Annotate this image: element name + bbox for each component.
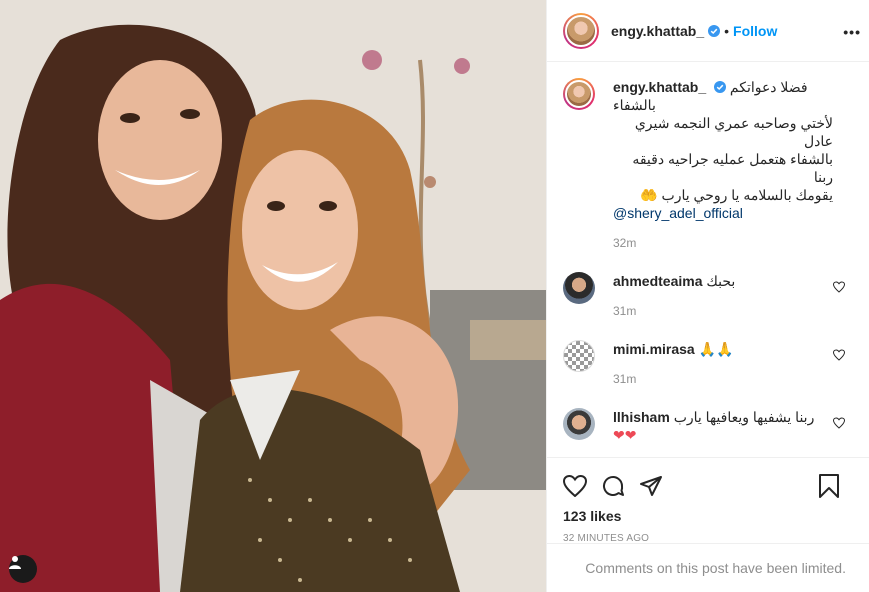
comment-text: ربنا يشفيها ويعافيها يارب [673, 409, 815, 425]
caption-text-line-2: لأختي وصاحبه عمري النجمه شيري عادل [634, 115, 833, 149]
heart-icon[interactable] [563, 475, 587, 497]
verified-badge-icon [714, 81, 726, 93]
bookmark-icon[interactable] [818, 474, 840, 498]
more-options-icon[interactable]: ••• [843, 24, 861, 40]
like-comment-heart-icon[interactable] [833, 349, 845, 361]
comment-time[interactable]: 31m [613, 372, 833, 386]
caption-username[interactable]: engy.khattab_ [613, 79, 706, 95]
verified-badge-icon [708, 24, 721, 37]
post-photo[interactable] [0, 0, 546, 592]
comments-limited-notice: Comments on this post have been limited. [547, 543, 869, 592]
comment-item: mimi.mirasa 🙏🙏 31m [563, 340, 853, 386]
likes-count[interactable]: 123 likes [563, 508, 854, 524]
like-comment-heart-icon[interactable] [833, 281, 845, 293]
user-tag-icon [9, 556, 21, 569]
caption-text-line-3: بالشفاء هتعمل عمليه جراحيه دقيقه ربنا [632, 151, 833, 185]
caption-text-line-4: يقومك بالسلامه يا روحي يارب 🤲 [640, 187, 833, 203]
comment-icon[interactable] [601, 474, 625, 498]
commenter-username[interactable]: llhisham [613, 409, 670, 425]
caption-time[interactable]: 32m [613, 236, 833, 250]
commenter-avatar[interactable] [563, 340, 595, 372]
commenter-avatar[interactable] [563, 408, 595, 440]
comment-item: llhisham ربنا يشفيها ويعافيها يارب ❤❤ 29… [563, 408, 853, 457]
author-username[interactable]: engy.khattab_ [611, 23, 704, 39]
comments-list: engy.khattab_ فضلا دعواتكم بالشفاء لأختي… [547, 62, 869, 457]
caption-mention[interactable]: @shery_adel_official [613, 204, 833, 222]
share-icon[interactable] [639, 474, 663, 498]
follow-button[interactable]: Follow [733, 23, 777, 39]
comment-text-hearts: ❤❤ [613, 427, 637, 443]
post-header: engy.khattab_ • Follow ••• [547, 0, 869, 62]
caption-avatar[interactable] [563, 78, 595, 110]
comment-text: 🙏🙏 [698, 341, 734, 357]
author-avatar[interactable] [563, 12, 599, 49]
commenter-username[interactable]: ahmedteaima [613, 273, 702, 289]
photo-illustration [0, 0, 546, 592]
caption: engy.khattab_ فضلا دعواتكم بالشفاء لأختي… [563, 78, 853, 250]
comment-item: ahmedteaima بحبك 31m [563, 272, 853, 318]
comment-time[interactable]: 31m [613, 304, 833, 318]
post-sidebar: engy.khattab_ • Follow ••• engy.khattab_ [546, 0, 869, 592]
like-comment-heart-icon[interactable] [833, 417, 845, 429]
separator-dot: • [724, 22, 730, 39]
comment-text: بحبك [706, 273, 736, 289]
commenter-username[interactable]: mimi.mirasa [613, 341, 695, 357]
user-tag-button[interactable] [9, 555, 37, 583]
commenter-avatar[interactable] [563, 272, 595, 304]
post-actions: 123 likes 32 MINUTES AGO [547, 457, 869, 544]
